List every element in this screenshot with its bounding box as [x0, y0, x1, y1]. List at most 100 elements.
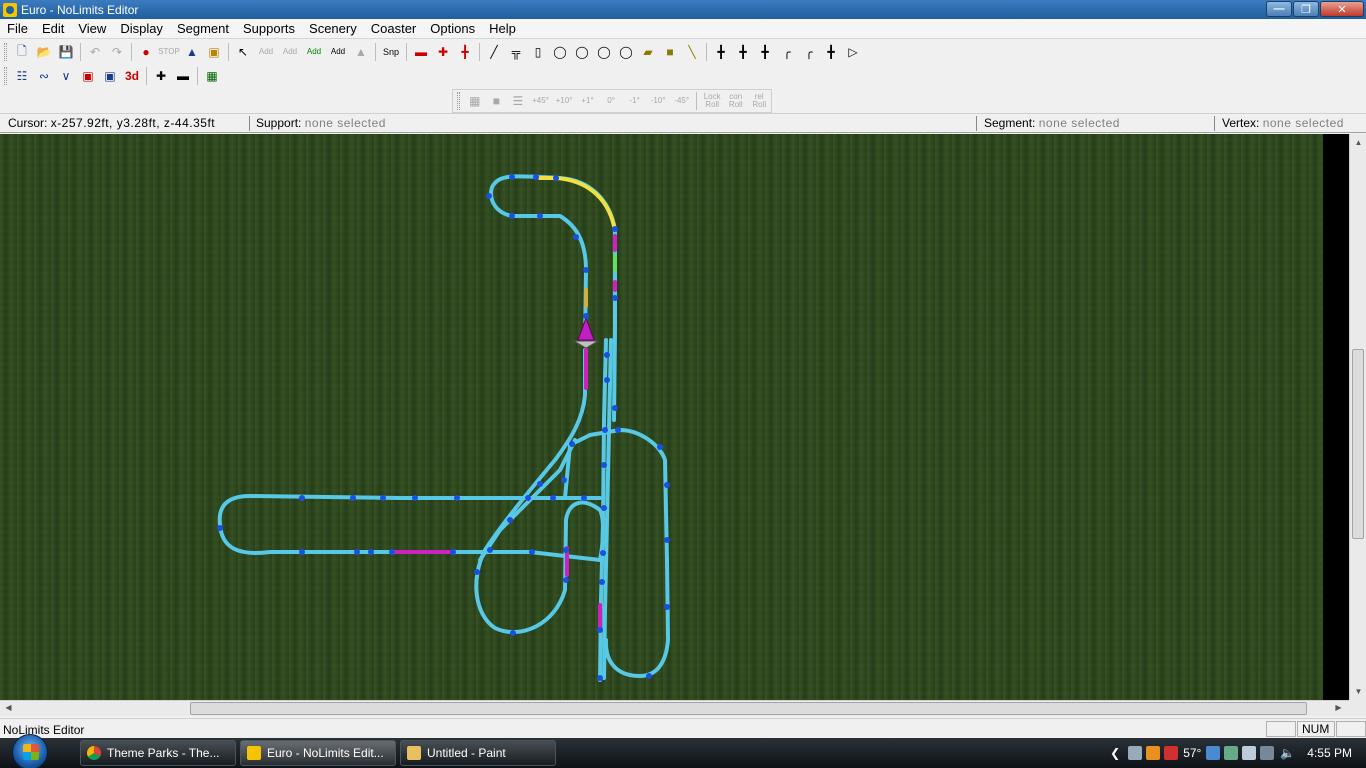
tray-expand-icon[interactable]: ❮ [1110, 746, 1120, 760]
toolbar-grip[interactable] [4, 67, 7, 85]
stop-icon[interactable]: STOP [157, 41, 181, 63]
menu-supports[interactable]: Supports [236, 21, 302, 36]
support-post-icon[interactable]: ╋ [710, 41, 732, 63]
toolbar-grip[interactable] [4, 43, 7, 61]
terrain-icon[interactable]: ▦ [201, 65, 223, 87]
horizontal-scroll-thumb[interactable] [190, 702, 1307, 715]
roll-plus1-button[interactable]: +1° [576, 90, 600, 112]
add-node-icon[interactable]: Add [302, 41, 326, 63]
scroll-right-icon[interactable]: ▶ [1330, 703, 1347, 712]
track-curve-icon[interactable]: ∾ [33, 65, 55, 87]
cylinder-wide-icon[interactable]: ◯ [571, 41, 593, 63]
menu-help[interactable]: Help [482, 21, 523, 36]
roll-minus45-button[interactable]: -45° [670, 90, 694, 112]
add-support-icon[interactable]: Add [326, 41, 350, 63]
grid-icon[interactable]: ☷ [11, 65, 33, 87]
editor-canvas[interactable] [0, 134, 1323, 700]
add-vertex-icon[interactable]: Add [278, 41, 302, 63]
minimize-button[interactable]: — [1266, 1, 1292, 17]
support-frame-icon[interactable]: ╋ [754, 41, 776, 63]
roll-zero-button[interactable]: 0° [599, 90, 623, 112]
scroll-up-icon[interactable]: ▲ [1350, 138, 1366, 147]
roll-minus10-button[interactable]: -10° [646, 90, 670, 112]
menu-display[interactable]: Display [113, 21, 170, 36]
barrel-icon[interactable]: ◯ [615, 41, 637, 63]
spacing-icon[interactable]: ☰ [507, 90, 529, 112]
con-roll-button[interactable]: con Roll [724, 90, 748, 112]
open-folder-icon[interactable]: 📂 [33, 41, 55, 63]
redo-icon[interactable]: ↷ [106, 41, 128, 63]
menu-view[interactable]: View [71, 21, 113, 36]
train-blue-icon[interactable]: ▣ [99, 65, 121, 87]
table-icon[interactable]: ▦ [464, 90, 486, 112]
tray-app4-icon[interactable] [1224, 746, 1239, 760]
brake-icon[interactable]: ✚ [432, 41, 454, 63]
taskbar-item-browser[interactable]: Theme Parks - The... [80, 740, 236, 766]
clock[interactable]: 4:55 PM [1307, 746, 1352, 760]
close-button[interactable]: ✕ [1320, 1, 1364, 17]
save-icon[interactable]: 💾 [55, 41, 77, 63]
drum-icon[interactable]: ◯ [593, 41, 615, 63]
plank-icon[interactable]: ▰ [637, 41, 659, 63]
vertical-scrollbar[interactable]: ▲ ▼ [1349, 134, 1366, 700]
undo-icon[interactable]: ↶ [84, 41, 106, 63]
menu-coaster[interactable]: Coaster [364, 21, 424, 36]
lock-roll-button[interactable]: Lock Roll [700, 90, 724, 112]
menu-scenery[interactable]: Scenery [302, 21, 364, 36]
track-layout[interactable] [0, 134, 1323, 700]
menu-options[interactable]: Options [423, 21, 482, 36]
fill-icon[interactable]: ■ [486, 90, 508, 112]
toolbar-grip[interactable] [457, 92, 460, 110]
train-marker[interactable] [572, 316, 600, 349]
traffic-light-icon[interactable]: ● [135, 41, 157, 63]
support-bend2-icon[interactable]: ╭ [798, 41, 820, 63]
footer-icon[interactable]: ▲ [350, 41, 372, 63]
tray-weather-icon[interactable] [1206, 746, 1221, 760]
rel-roll-button[interactable]: rel Roll [747, 90, 771, 112]
train-icon[interactable]: ▣ [77, 65, 99, 87]
zoom-in-icon[interactable]: ✚ [150, 65, 172, 87]
menu-file[interactable]: File [0, 21, 35, 36]
network-icon[interactable] [1242, 746, 1257, 760]
support-pin-icon[interactable]: ╋ [820, 41, 842, 63]
vertical-scroll-thumb[interactable] [1352, 349, 1364, 539]
pillar-icon[interactable]: ▯ [527, 41, 549, 63]
roll-minus1-button[interactable]: -1° [623, 90, 647, 112]
tray-app3-icon[interactable] [1164, 746, 1179, 760]
support-tower-icon[interactable]: ╋ [732, 41, 754, 63]
track-vee-icon[interactable]: ∨ [55, 65, 77, 87]
scroll-down-icon[interactable]: ▼ [1350, 687, 1366, 696]
select-arrow-icon[interactable]: ↖ [232, 41, 254, 63]
transfer-icon[interactable]: ╋ [454, 41, 476, 63]
tray-app-icon[interactable] [1128, 746, 1143, 760]
tray-app5-icon[interactable] [1260, 746, 1275, 760]
scroll-left-icon[interactable]: ◀ [0, 703, 17, 712]
view-3d-button[interactable]: 3d [121, 65, 143, 87]
support-flag-icon[interactable]: ▷ [842, 41, 864, 63]
menu-segment[interactable]: Segment [170, 21, 236, 36]
new-file-icon[interactable]: 🗋 [11, 41, 33, 63]
track-piece-icon[interactable]: ▬ [410, 41, 432, 63]
zoom-out-icon[interactable]: ▬ [172, 65, 194, 87]
tray-app2-icon[interactable] [1146, 746, 1161, 760]
volume-icon[interactable]: 🔈 [1280, 746, 1295, 760]
add-segment-icon[interactable]: Add [254, 41, 278, 63]
roll-plus10-button[interactable]: +10° [552, 90, 576, 112]
support-bend-icon[interactable]: ╭ [776, 41, 798, 63]
beam-icon[interactable]: ╱ [483, 41, 505, 63]
start-button[interactable] [12, 734, 48, 768]
menu-edit[interactable]: Edit [35, 21, 71, 36]
double-beam-icon[interactable]: ╦ [505, 41, 527, 63]
restore-button[interactable]: ❐ [1293, 1, 1319, 17]
temperature-label[interactable]: 57° [1183, 746, 1201, 760]
cylinder-icon[interactable]: ◯ [549, 41, 571, 63]
snap-button[interactable]: Snp [379, 41, 403, 63]
box-icon[interactable]: ■ [659, 41, 681, 63]
pyramid-icon[interactable]: ▲ [181, 41, 203, 63]
taskbar-item-paint[interactable]: Untitled - Paint [400, 740, 556, 766]
horizontal-scrollbar[interactable]: ◀ ▶ [0, 700, 1349, 716]
film-icon[interactable]: ▣ [203, 41, 225, 63]
taskbar-item-nolimits[interactable]: Euro - NoLimits Edit... [240, 740, 396, 766]
roll-plus45-button[interactable]: +45° [529, 90, 553, 112]
ruler-icon[interactable]: ╲ [681, 41, 703, 63]
